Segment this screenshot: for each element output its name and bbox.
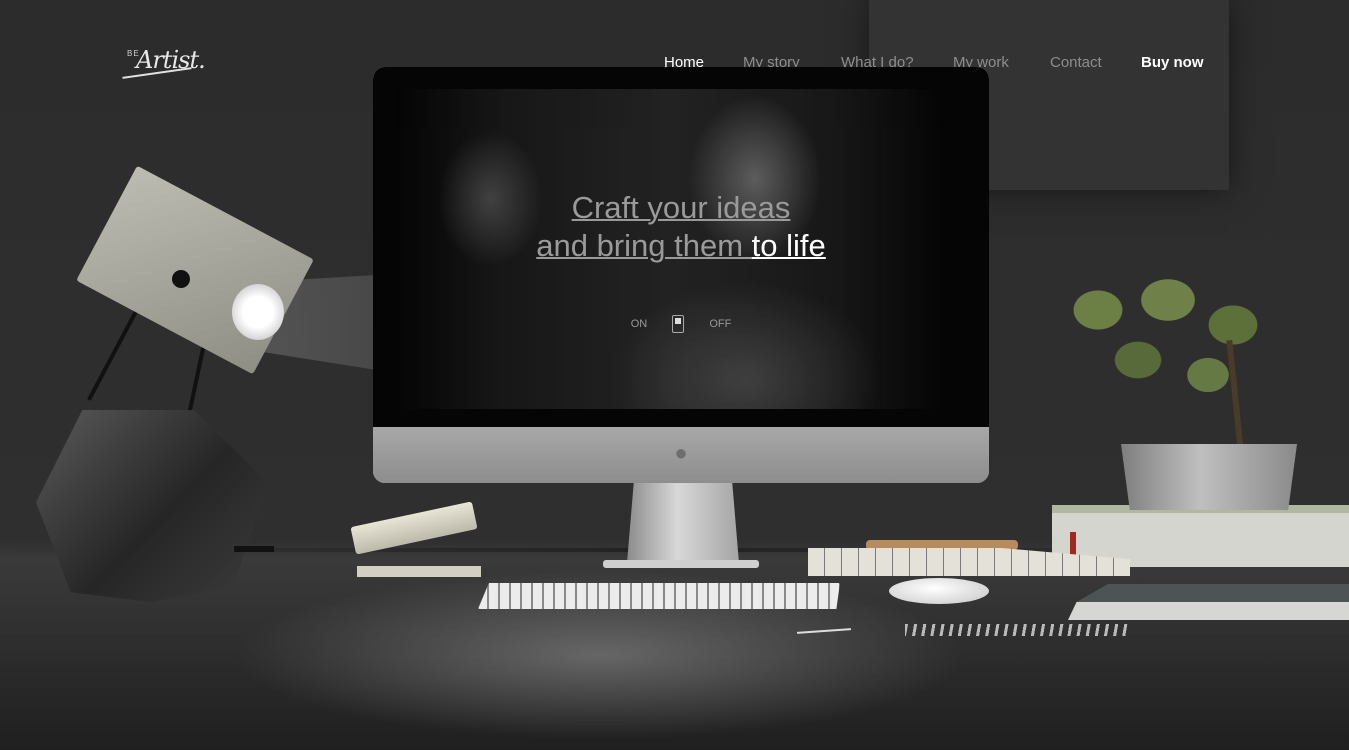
plant-pot (1121, 444, 1297, 510)
toggle-off-label: OFF (709, 318, 732, 330)
book-ribbon (1070, 532, 1076, 556)
nav-contact[interactable]: Contact (1050, 54, 1102, 71)
notebooks (1068, 584, 1349, 620)
monitor-stand-base (603, 560, 759, 568)
hero-headline: Craft your ideas and bring them to life (373, 189, 989, 265)
stapler (350, 501, 478, 555)
geometric-sculpture (36, 410, 268, 602)
nav-buy-now[interactable]: Buy now (1141, 54, 1204, 71)
keyboard (478, 583, 840, 609)
switch-icon[interactable] (672, 315, 685, 333)
headline-line2-prefix[interactable]: and bring them (536, 228, 751, 263)
apple-icon: ● (674, 440, 688, 465)
hero-scene: BE Artist. Home My story What I do? My w… (0, 0, 1349, 750)
lamp-bulb (232, 284, 284, 340)
lamp-pivot (172, 270, 190, 288)
paper-clips (905, 624, 1130, 636)
monitor-stand (627, 483, 739, 563)
light-toggle: ON OFF (373, 315, 989, 333)
stapler-base (357, 566, 481, 577)
site-logo[interactable]: BE Artist. (120, 44, 210, 84)
monitor: Craft your ideas and bring them to life … (373, 67, 989, 483)
headline-line2-highlight[interactable]: to life (752, 228, 826, 263)
monitor-screen: Craft your ideas and bring them to life … (373, 67, 989, 427)
headline-line1[interactable]: Craft your ideas (572, 190, 791, 225)
mouse (889, 578, 989, 604)
lamp-foot (234, 546, 274, 552)
pencil (796, 628, 852, 634)
toggle-on-label: ON (630, 318, 648, 330)
